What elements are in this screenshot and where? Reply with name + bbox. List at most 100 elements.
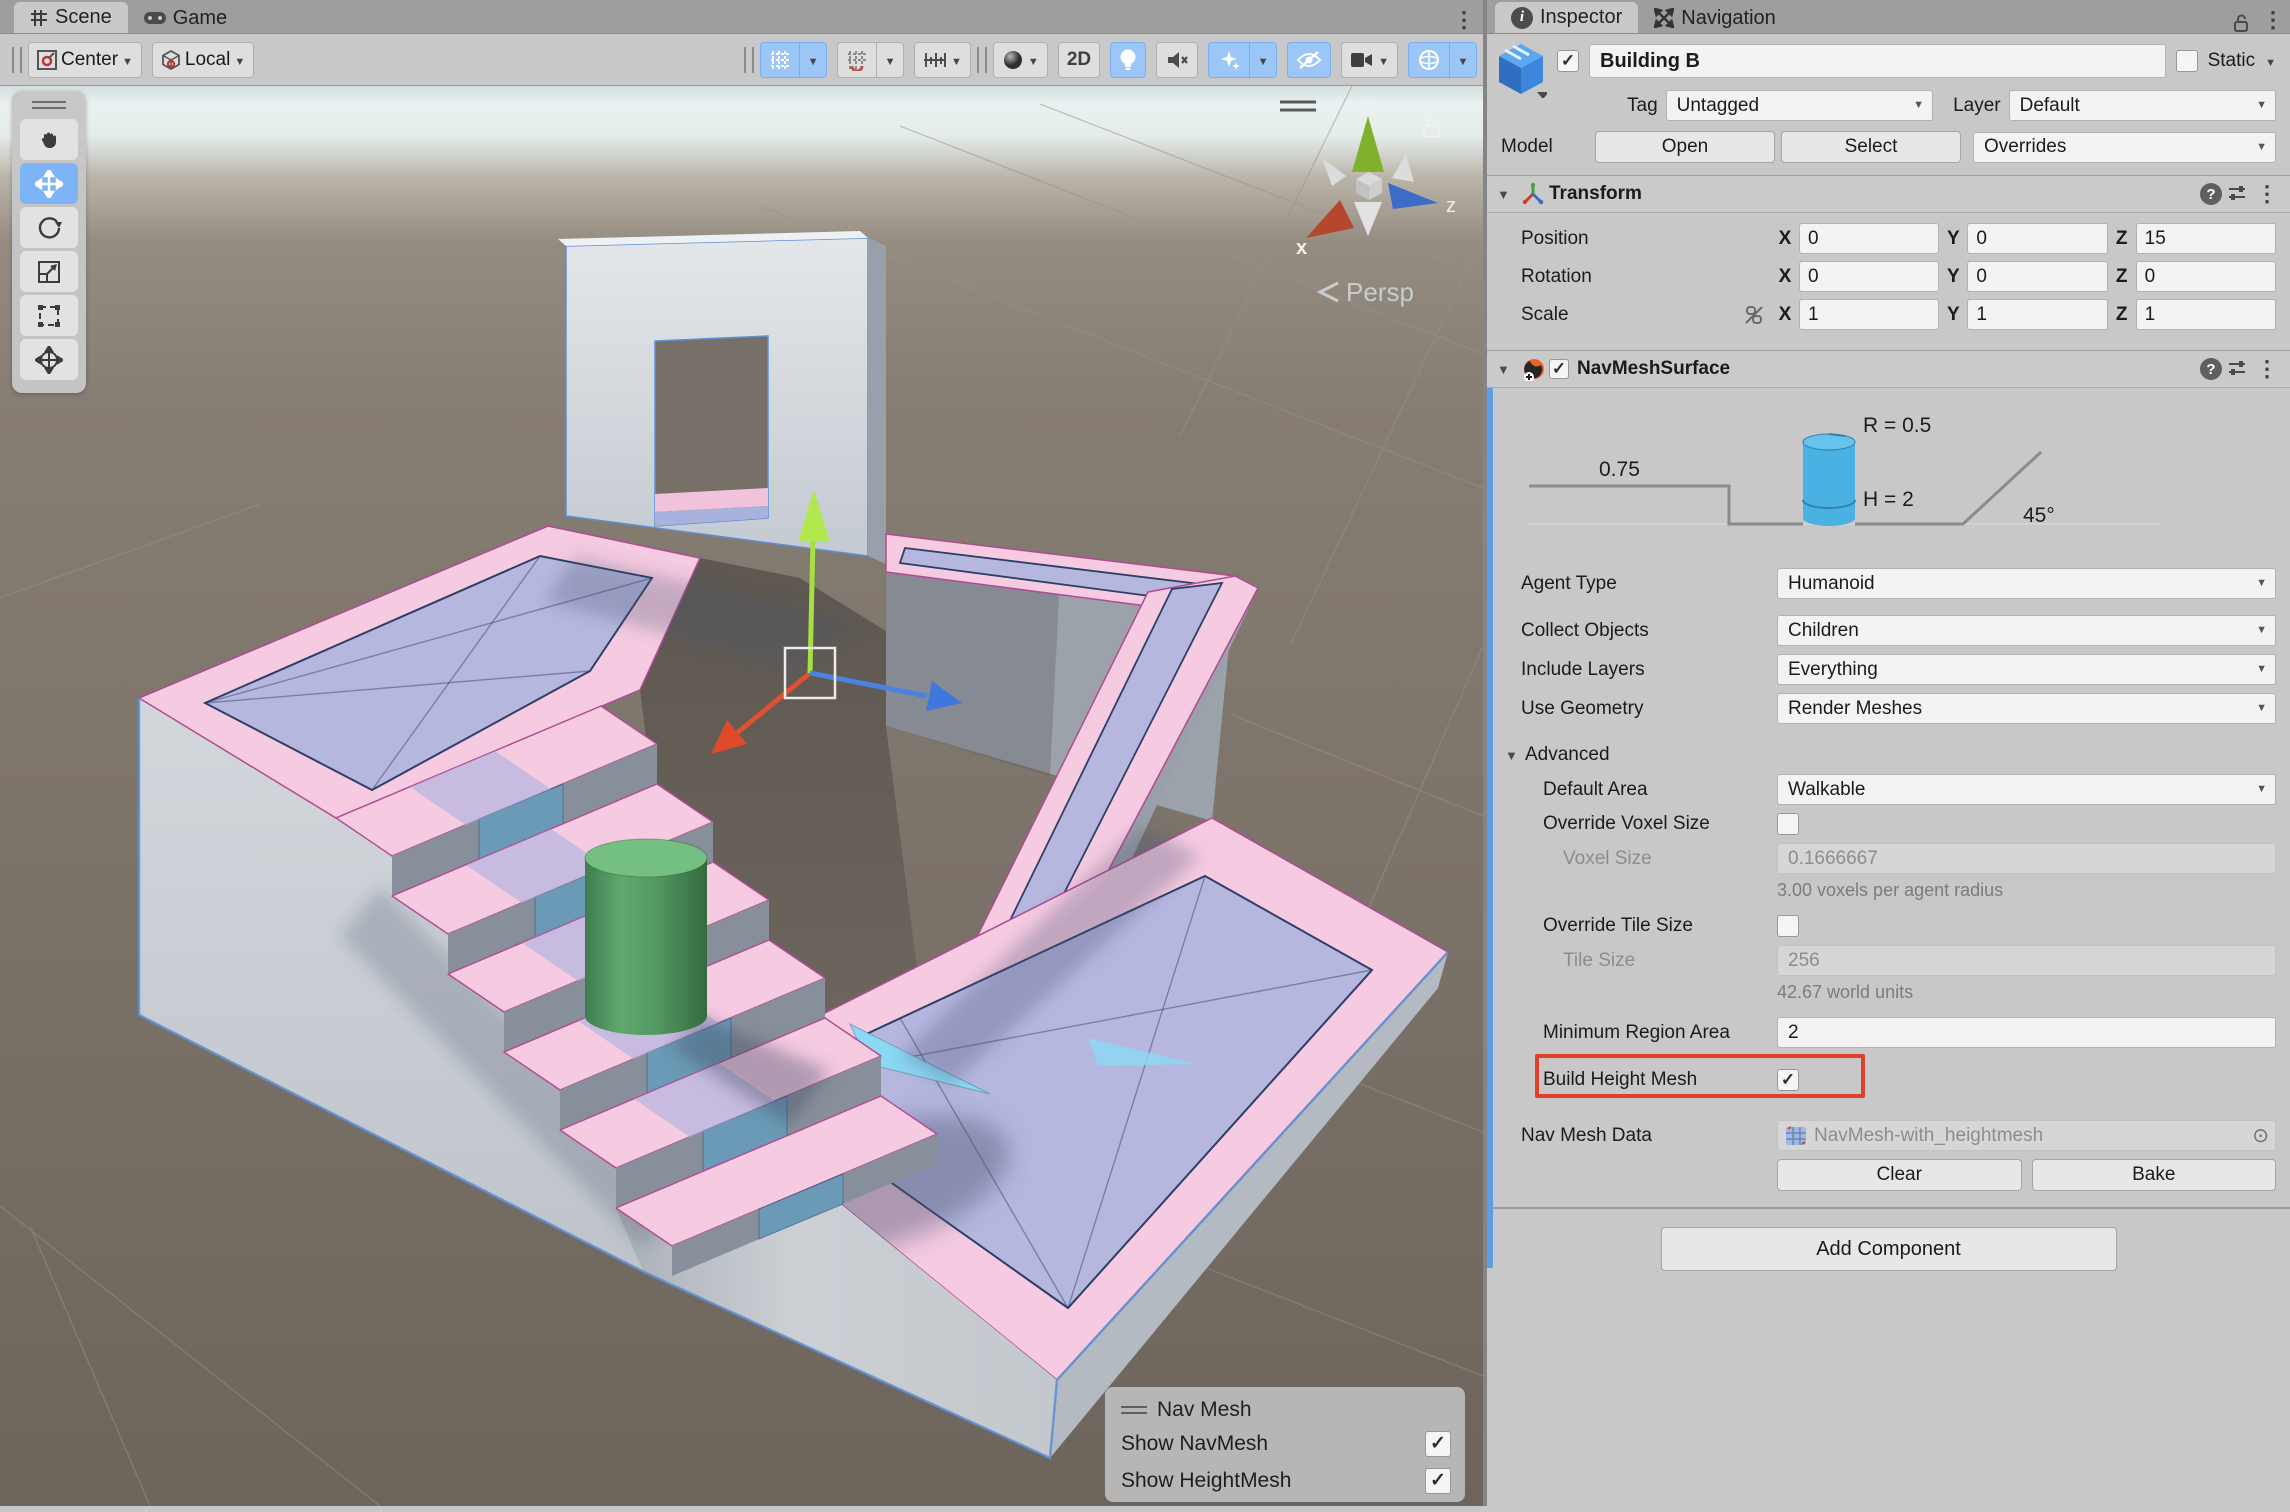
toolbar-drag-handle[interactable] [977,47,987,73]
voxel-size-field[interactable]: 0.1666667 [1777,843,2276,874]
min-region-area-field[interactable]: 2 [1777,1017,2276,1048]
override-tile-size-checkbox[interactable] [1777,915,1799,937]
effects-caret[interactable] [1249,42,1277,78]
position-z-field[interactable]: 15 [2136,223,2276,254]
bake-button[interactable]: Bake [2032,1159,2277,1191]
gameobject-name-field[interactable]: Building B [1589,44,2166,78]
scale-z-field[interactable]: 1 [2136,299,2276,330]
rotation-x-field[interactable]: 0 [1799,261,1939,292]
snap-caret[interactable] [876,42,904,78]
scale-label: Scale [1487,304,1743,326]
collect-objects-dropdown[interactable]: Children [1777,615,2276,646]
tile-size-label: Tile Size [1487,950,1777,972]
scene-viewport[interactable]: y x z Persp [0,86,1483,1506]
active-checkbox[interactable] [1557,50,1579,72]
scene-menu-kebab-icon[interactable] [1451,7,1477,33]
scale-y-field[interactable]: 1 [1967,299,2107,330]
tool-move[interactable] [20,163,78,204]
tab-game[interactable]: Game [128,3,243,33]
foldout-icon[interactable] [1497,187,1517,202]
clear-button[interactable]: Clear [1777,1159,2022,1191]
transform-header[interactable]: Transform ? [1487,175,2290,213]
camera-icon [1350,50,1374,70]
override-voxel-size-checkbox[interactable] [1777,813,1799,835]
tool-rect[interactable] [20,295,78,336]
overrides-dropdown[interactable]: Overrides [1973,132,2276,163]
static-flags-caret[interactable] [2265,50,2276,72]
gizmos-toggle[interactable] [1408,42,1449,78]
camera-settings-dropdown[interactable] [1341,42,1398,78]
constrain-proportions-icon[interactable] [1743,304,1765,326]
use-geometry-dropdown[interactable]: Render Meshes [1777,693,2276,724]
foldout-icon[interactable] [1497,362,1517,377]
tool-scale[interactable] [20,251,78,292]
object-picker-icon[interactable]: ⊙ [2252,1123,2269,1148]
layer-dropdown[interactable]: Default [2009,90,2276,121]
tool-rotate[interactable] [20,207,78,248]
add-component-button[interactable]: Add Component [1661,1227,2117,1271]
pivot-mode-dropdown[interactable]: Center [28,42,142,78]
navmesh-asset-icon [1784,1124,1808,1148]
component-highlight-strip [1487,388,1493,1268]
snap-increment-dropdown[interactable] [914,42,971,78]
tab-scene[interactable]: Scene [14,2,128,33]
build-height-mesh-checkbox[interactable] [1777,1069,1799,1091]
help-icon[interactable]: ? [2200,358,2222,380]
scale-x-field[interactable]: 1 [1799,299,1939,330]
rotation-z-field[interactable]: 0 [2136,261,2276,292]
navmeshsurface-header[interactable]: NavMeshSurface ? [1487,350,2290,388]
component-menu-kebab-icon[interactable] [2254,181,2280,207]
position-y-field[interactable]: 0 [1967,223,2107,254]
snap-toggle[interactable] [837,42,876,78]
static-checkbox[interactable] [2176,50,2198,72]
show-heightmesh-checkbox[interactable] [1425,1468,1451,1494]
position-x-field[interactable]: 0 [1799,223,1939,254]
2d-toggle[interactable]: 2D [1058,42,1100,78]
transform-title: Transform [1549,183,1642,205]
help-icon[interactable]: ? [2200,183,2222,205]
lighting-toggle[interactable] [1110,42,1146,78]
chevron-down-icon [885,49,896,71]
effects-toggle[interactable] [1208,42,1249,78]
include-layers-dropdown[interactable]: Everything [1777,654,2276,685]
build-height-mesh-label: Build Height Mesh [1487,1069,1777,1091]
rotation-y-field[interactable]: 0 [1967,261,2107,292]
show-navmesh-checkbox[interactable] [1425,1431,1451,1457]
gizmos-caret[interactable] [1449,42,1477,78]
axis-y-label: Y [1945,228,1961,250]
grid-visibility-toggle[interactable] [760,42,799,78]
tool-hand[interactable] [20,119,78,160]
orientation-mode-dropdown[interactable]: Local [152,42,254,78]
projection-label[interactable]: Persp [1346,277,1414,307]
tile-size-field[interactable]: 256 [1777,945,2276,976]
model-open-button[interactable]: Open [1595,131,1775,163]
component-enabled-checkbox[interactable] [1549,359,1569,379]
model-select-button[interactable]: Select [1781,131,1961,163]
component-menu-kebab-icon[interactable] [2254,356,2280,382]
scene-3d-view: y x z Persp [0,86,1483,1506]
tool-transform[interactable] [20,339,78,380]
toolbar-drag-handle[interactable] [744,47,754,73]
agent-type-dropdown[interactable]: Humanoid [1777,568,2276,599]
palette-drag-handle[interactable] [32,101,66,109]
nav-mesh-data-label: Nav Mesh Data [1487,1125,1777,1147]
hand-tool-icon [36,127,62,153]
advanced-foldout[interactable]: Advanced [1487,744,2290,766]
use-geometry-value: Render Meshes [1788,698,1922,720]
move-gizmo-y-axis[interactable] [810,538,813,673]
grid-visibility-caret[interactable] [799,42,827,78]
agent-type-value: Humanoid [1788,573,1875,595]
legend-drag-handle[interactable] [1121,1406,1147,1414]
default-area-dropdown[interactable]: Walkable [1777,774,2276,805]
presets-icon[interactable] [2226,357,2250,381]
gameobject-icon[interactable] [1495,42,1547,104]
nav-mesh-data-field[interactable]: NavMesh-with_heightmesh ⊙ [1777,1120,2276,1151]
toolbar-drag-handle[interactable] [12,47,22,73]
tag-dropdown[interactable]: Untagged [1666,90,1933,121]
presets-icon[interactable] [2226,182,2250,206]
eye-hidden-icon [1296,49,1322,71]
draw-mode-dropdown[interactable] [993,42,1048,78]
audio-toggle[interactable] [1156,42,1198,78]
icon-caret[interactable] [1537,92,1547,98]
scene-visibility-toggle[interactable] [1287,42,1331,78]
